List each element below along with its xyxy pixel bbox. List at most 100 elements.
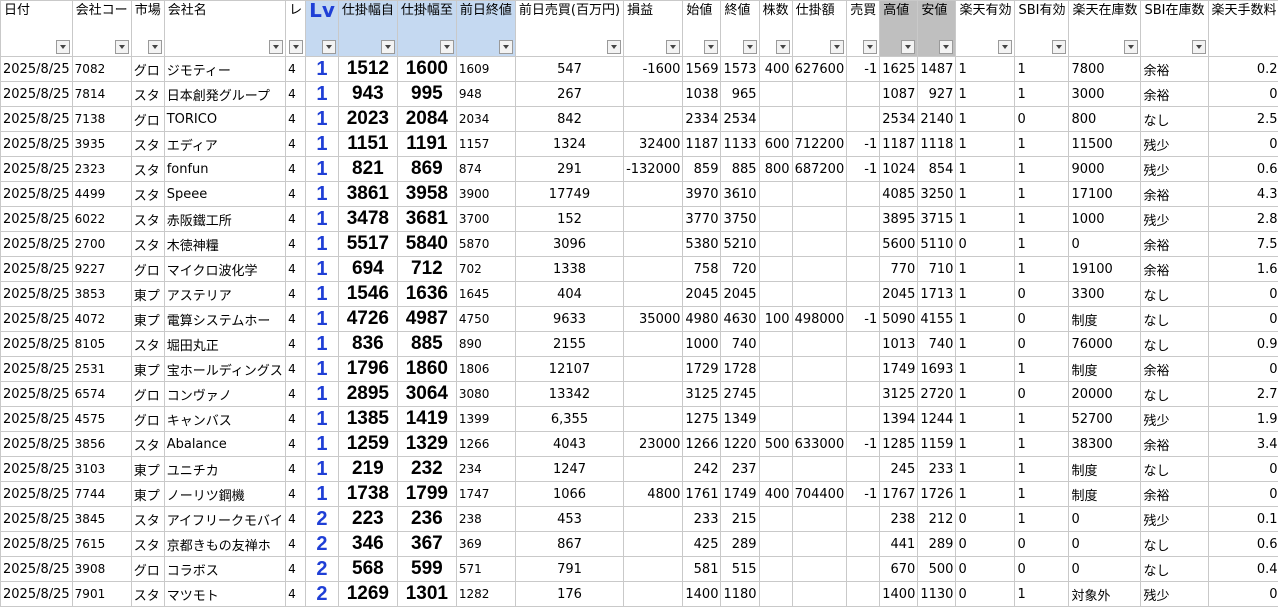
table-row[interactable]: 2025/8/258105スタ堀田丸正418368858902155100074… xyxy=(1,332,1278,357)
filter-dropdown-icon[interactable] xyxy=(499,40,513,54)
cell-lv[interactable]: 1 xyxy=(306,282,339,307)
cell-rakuten-valid[interactable]: 1 xyxy=(956,457,1015,482)
cell-company-name[interactable]: 電算システムホー xyxy=(164,307,285,332)
cell-pnl[interactable] xyxy=(624,207,683,232)
cell-rakuten-stock[interactable]: 制度 xyxy=(1069,357,1141,382)
cell-range-from[interactable]: 1796 xyxy=(338,357,397,382)
cell-close[interactable]: 2534 xyxy=(721,107,759,132)
cell-rakuten-fee[interactable]: 0.6 xyxy=(1208,532,1278,557)
cell-high[interactable]: 3895 xyxy=(880,207,918,232)
cell-market[interactable]: スタ xyxy=(131,182,164,207)
cell-company-name[interactable]: fonfun xyxy=(164,157,285,182)
cell-sbi-stock[interactable]: 余裕 xyxy=(1141,482,1208,507)
cell-re[interactable]: 4 xyxy=(286,457,306,482)
cell-sbi-valid[interactable]: 1 xyxy=(1015,357,1069,382)
cell-position-amount[interactable]: 704400 xyxy=(792,482,847,507)
cell-prev-close[interactable]: 3900 xyxy=(456,182,515,207)
cell-lv[interactable]: 2 xyxy=(306,557,339,582)
cell-rakuten-valid[interactable]: 1 xyxy=(956,82,1015,107)
cell-company-name[interactable]: ユニチカ xyxy=(164,457,285,482)
cell-position-amount[interactable]: 498000 xyxy=(792,307,847,332)
cell-company-name[interactable]: ノーリツ鋼機 xyxy=(164,482,285,507)
cell-close[interactable]: 3750 xyxy=(721,207,759,232)
cell-prev-close[interactable]: 1645 xyxy=(456,282,515,307)
cell-pnl[interactable] xyxy=(624,82,683,107)
cell-sbi-stock[interactable]: 余裕 xyxy=(1141,82,1208,107)
cell-prev-volume[interactable]: 867 xyxy=(515,532,623,557)
cell-low[interactable]: 740 xyxy=(918,332,956,357)
cell-range-to[interactable]: 1600 xyxy=(397,57,456,82)
cell-market[interactable]: 東プ xyxy=(131,282,164,307)
cell-pnl[interactable] xyxy=(624,507,683,532)
cell-date[interactable]: 2025/8/25 xyxy=(1,157,73,182)
cell-close[interactable]: 215 xyxy=(721,507,759,532)
table-row[interactable]: 2025/8/253853東プアステリア41154616361645404204… xyxy=(1,282,1278,307)
cell-position-amount[interactable] xyxy=(792,82,847,107)
cell-company-name[interactable]: マイクロ波化学 xyxy=(164,257,285,282)
cell-position-amount[interactable]: 712200 xyxy=(792,132,847,157)
column-header-prev-close[interactable]: 前日終値 xyxy=(456,1,515,57)
cell-market[interactable]: 東プ xyxy=(131,482,164,507)
cell-company-name[interactable]: コラボス xyxy=(164,557,285,582)
cell-low[interactable]: 2140 xyxy=(918,107,956,132)
cell-sbi-stock[interactable]: 余裕 xyxy=(1141,432,1208,457)
cell-low[interactable]: 1713 xyxy=(918,282,956,307)
cell-high[interactable]: 770 xyxy=(880,257,918,282)
cell-prev-close[interactable]: 369 xyxy=(456,532,515,557)
cell-open[interactable]: 1761 xyxy=(683,482,721,507)
cell-rakuten-valid[interactable]: 1 xyxy=(956,282,1015,307)
cell-date[interactable]: 2025/8/25 xyxy=(1,207,73,232)
cell-pnl[interactable] xyxy=(624,332,683,357)
cell-lv[interactable]: 1 xyxy=(306,57,339,82)
cell-range-to[interactable]: 367 xyxy=(397,532,456,557)
cell-trade[interactable] xyxy=(847,282,880,307)
cell-rakuten-fee[interactable]: 0 xyxy=(1208,357,1278,382)
cell-low[interactable]: 1244 xyxy=(918,407,956,432)
table-row[interactable]: 2025/8/257615スタ京都きもの友禅ホ42346367369867425… xyxy=(1,532,1278,557)
cell-range-from[interactable]: 3478 xyxy=(338,207,397,232)
column-header-rakuten-valid[interactable]: 楽天有効 xyxy=(956,1,1015,57)
cell-re[interactable]: 4 xyxy=(286,307,306,332)
cell-shares[interactable] xyxy=(759,107,792,132)
cell-prev-close[interactable]: 948 xyxy=(456,82,515,107)
cell-shares[interactable] xyxy=(759,407,792,432)
cell-trade[interactable] xyxy=(847,532,880,557)
cell-trade[interactable] xyxy=(847,107,880,132)
cell-rakuten-fee[interactable]: 0 xyxy=(1208,482,1278,507)
cell-prev-close[interactable]: 1747 xyxy=(456,482,515,507)
cell-range-to[interactable]: 1636 xyxy=(397,282,456,307)
cell-range-to[interactable]: 1799 xyxy=(397,482,456,507)
cell-trade[interactable] xyxy=(847,382,880,407)
cell-high[interactable]: 2534 xyxy=(880,107,918,132)
cell-company-code[interactable]: 4575 xyxy=(72,407,131,432)
cell-lv[interactable]: 1 xyxy=(306,207,339,232)
cell-rakuten-stock[interactable]: 800 xyxy=(1069,107,1141,132)
cell-rakuten-valid[interactable]: 0 xyxy=(956,557,1015,582)
cell-trade[interactable]: -1 xyxy=(847,57,880,82)
cell-re[interactable]: 4 xyxy=(286,432,306,457)
cell-sbi-stock[interactable]: 余裕 xyxy=(1141,182,1208,207)
cell-close[interactable]: 2045 xyxy=(721,282,759,307)
cell-trade[interactable] xyxy=(847,182,880,207)
table-row[interactable]: 2025/8/257138グロTORICO4120232084203484223… xyxy=(1,107,1278,132)
cell-high[interactable]: 1285 xyxy=(880,432,918,457)
column-header-re[interactable]: レ xyxy=(286,1,306,57)
cell-rakuten-stock[interactable]: 制度 xyxy=(1069,307,1141,332)
cell-company-name[interactable]: 京都きもの友禅ホ xyxy=(164,532,285,557)
cell-close[interactable]: 5210 xyxy=(721,232,759,257)
cell-company-name[interactable]: Speee xyxy=(164,182,285,207)
table-row[interactable]: 2025/8/253856スタAbalance41125913291266404… xyxy=(1,432,1278,457)
cell-rakuten-stock[interactable]: 19100 xyxy=(1069,257,1141,282)
cell-open[interactable]: 242 xyxy=(683,457,721,482)
cell-prev-close[interactable]: 5870 xyxy=(456,232,515,257)
cell-prev-volume[interactable]: 547 xyxy=(515,57,623,82)
cell-re[interactable]: 4 xyxy=(286,157,306,182)
cell-prev-volume[interactable]: 13342 xyxy=(515,382,623,407)
cell-company-code[interactable]: 4499 xyxy=(72,182,131,207)
cell-prev-close[interactable]: 1266 xyxy=(456,432,515,457)
cell-pnl[interactable]: 32400 xyxy=(624,132,683,157)
cell-close[interactable]: 2745 xyxy=(721,382,759,407)
cell-prev-close[interactable]: 1399 xyxy=(456,407,515,432)
cell-close[interactable]: 885 xyxy=(721,157,759,182)
cell-sbi-stock[interactable]: なし xyxy=(1141,107,1208,132)
